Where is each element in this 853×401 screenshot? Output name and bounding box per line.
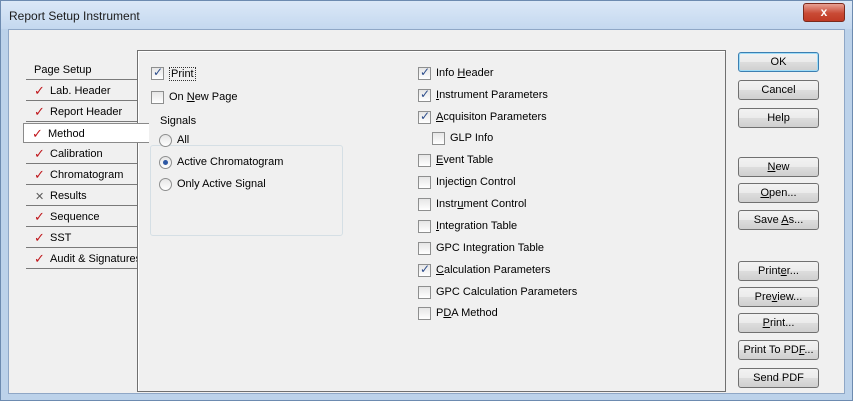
print-button[interactable]: Print...	[738, 313, 819, 333]
check-icon: ✓	[420, 65, 431, 79]
checkbox-box	[418, 198, 431, 211]
tab-label: Chromatogram	[50, 169, 124, 181]
check-icon: ✓	[420, 109, 431, 123]
checkbox-label: Injection Control	[436, 176, 516, 188]
checkbox-label: Acquisiton Parameters	[436, 111, 547, 123]
close-icon: x	[820, 5, 828, 19]
tab-label: Report Header	[50, 106, 123, 118]
checkbox-label: Integration Table	[436, 220, 518, 232]
cross-icon: ✕	[35, 191, 45, 203]
checkmark-icon: ✓	[34, 104, 45, 119]
checkmark-icon: ✓	[34, 83, 45, 98]
checkbox-box	[418, 286, 431, 299]
save-as-button[interactable]: Save As...	[738, 210, 819, 230]
tab-label: Results	[50, 190, 87, 202]
title-bar: Report Setup Instrument x	[1, 1, 852, 29]
radio-circle	[159, 134, 172, 147]
check-icon: ✓	[420, 87, 431, 101]
open-button[interactable]: Open...	[738, 183, 819, 203]
radio-circle	[159, 178, 172, 191]
tab-label: Page Setup	[34, 64, 92, 76]
tab-page-setup[interactable]: Page Setup	[26, 60, 144, 80]
close-button[interactable]: x	[803, 3, 845, 22]
checkbox-box: ✓	[418, 65, 431, 80]
signals-group-title: Signals	[158, 115, 199, 127]
checkbox-box	[418, 220, 431, 233]
tab-label: Method	[48, 128, 85, 140]
check-icon: ✓	[420, 262, 431, 276]
tab-method[interactable]: ✓ Method	[23, 123, 149, 143]
print-label: Print	[169, 67, 196, 81]
radio-selected-dot	[163, 160, 168, 165]
radio-circle	[159, 156, 172, 169]
dialog-body: Page Setup ✓ Lab. Header ✓ Report Header…	[8, 29, 845, 394]
checkbox-box: ✓	[418, 262, 431, 277]
tab-label: Audit & Signatures	[50, 253, 142, 265]
preview-button[interactable]: Preview...	[738, 287, 819, 307]
printer-button[interactable]: Printer...	[738, 261, 819, 281]
checkmark-icon: ✓	[34, 146, 45, 161]
checkbox-box: ✓	[418, 109, 431, 124]
tab-lab-header[interactable]: ✓ Lab. Header	[26, 81, 144, 101]
checkbox-box: ✓	[418, 87, 431, 102]
print-to-pdf-button[interactable]: Print To PDF...	[738, 340, 819, 360]
tab-label: Sequence	[50, 211, 100, 223]
checkbox-box	[151, 91, 164, 104]
checkmark-icon: ✓	[34, 209, 45, 224]
tab-calibration[interactable]: ✓ Calibration	[26, 144, 144, 164]
tab-chromatogram[interactable]: ✓ Chromatogram	[26, 165, 144, 185]
checkbox-label: Instrument Parameters	[436, 89, 548, 101]
tab-label: Lab. Header	[50, 85, 111, 97]
radio-label: All	[177, 134, 190, 146]
checkbox-label: GPC Integration Table	[436, 242, 545, 254]
method-options-panel: ✓ Print On New Page Signals All Active C…	[137, 50, 726, 392]
checkmark-icon: ✓	[34, 167, 45, 182]
tab-results[interactable]: ✕ Results	[26, 186, 144, 206]
checkbox-label: Calculation Parameters	[436, 264, 551, 276]
checkbox-box	[418, 307, 431, 320]
tab-sequence[interactable]: ✓ Sequence	[26, 207, 144, 227]
check-icon: ✓	[153, 65, 164, 79]
tab-report-header[interactable]: ✓ Report Header	[26, 102, 144, 122]
checkmark-icon: ✓	[34, 230, 45, 245]
checkbox-box	[432, 132, 445, 145]
tab-audit-signatures[interactable]: ✓ Audit & Signatures	[26, 249, 144, 269]
tab-label: Calibration	[50, 148, 103, 160]
checkbox-label: Event Table	[436, 154, 494, 166]
checkbox-box: ✓	[151, 65, 164, 80]
help-button[interactable]: Help	[738, 108, 819, 128]
tab-label: SST	[50, 232, 72, 244]
cancel-button[interactable]: Cancel	[738, 80, 819, 100]
radio-label: Only Active Signal	[177, 178, 266, 190]
report-setup-dialog: Report Setup Instrument x Page Setup ✓ L…	[0, 0, 853, 401]
checkbox-label: GPC Calculation Parameters	[436, 286, 578, 298]
checkbox-box	[418, 176, 431, 189]
checkbox-box	[418, 242, 431, 255]
checkmark-icon: ✓	[34, 251, 45, 266]
checkbox-label: Instrument Control	[436, 198, 527, 210]
checkbox-label: PDA Method	[436, 307, 498, 319]
new-button[interactable]: New	[738, 157, 819, 177]
on-new-page-label: On New Page	[169, 91, 238, 103]
checkmark-icon: ✓	[32, 126, 43, 141]
radio-label: Active Chromatogram	[177, 156, 284, 168]
checkbox-label: GLP Info	[450, 132, 494, 144]
checkbox-box	[418, 154, 431, 167]
checkbox-label: Info Header	[436, 67, 494, 79]
ok-button[interactable]: OK	[738, 52, 819, 72]
tab-sst[interactable]: ✓ SST	[26, 228, 144, 248]
send-pdf-button[interactable]: Send PDF	[738, 368, 819, 388]
window-title: Report Setup Instrument	[9, 9, 140, 23]
